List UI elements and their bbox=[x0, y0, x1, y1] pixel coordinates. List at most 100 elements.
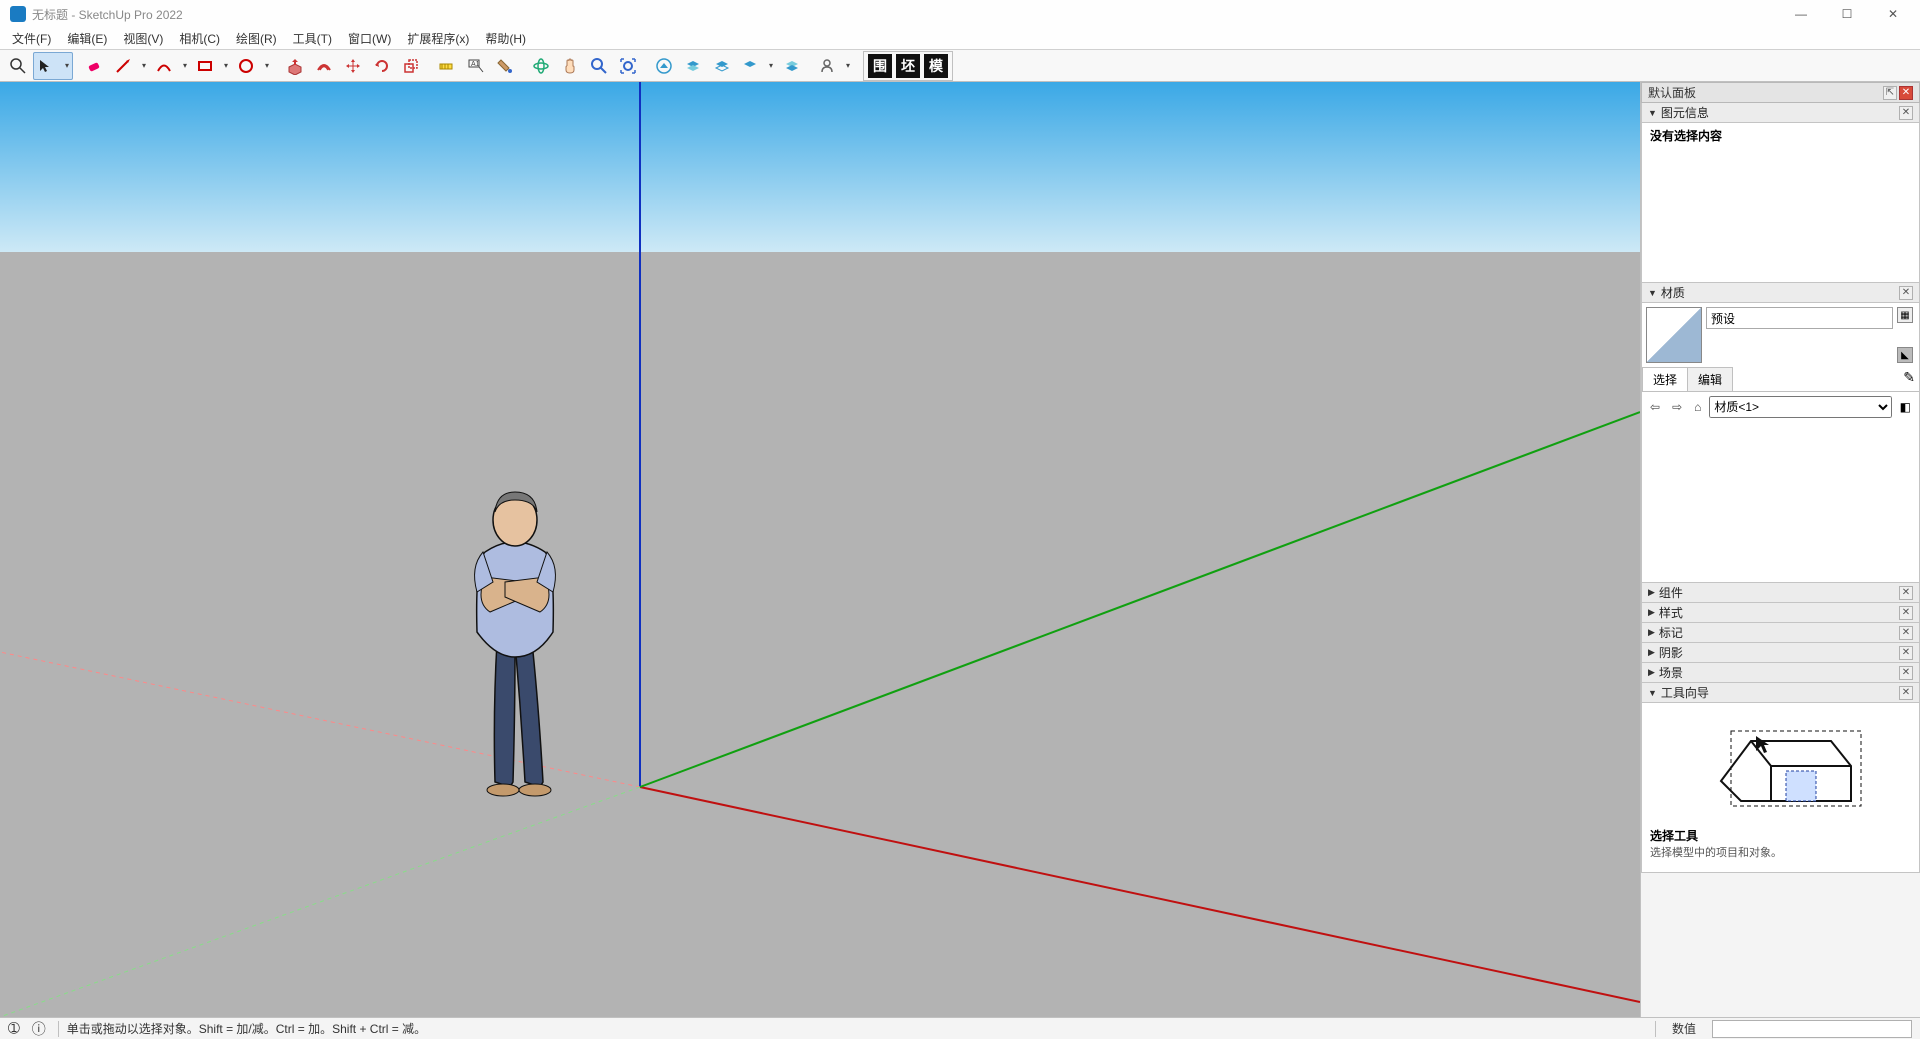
enscape-toolbar: 围 坯 模 bbox=[863, 51, 953, 81]
arc-tool[interactable] bbox=[151, 52, 191, 80]
panel-scenes[interactable]: 场景✕ bbox=[1641, 663, 1920, 683]
zoom-extents-tool[interactable] bbox=[614, 52, 642, 80]
panel-entity-info[interactable]: 图元信息 ✕ bbox=[1641, 103, 1920, 123]
menu-edit[interactable]: 编辑(E) bbox=[59, 28, 115, 49]
menu-help[interactable]: 帮助(H) bbox=[477, 28, 534, 49]
select-tool[interactable] bbox=[33, 52, 73, 80]
menu-camera[interactable]: 相机(C) bbox=[171, 28, 228, 49]
layers-icon-2[interactable] bbox=[708, 52, 736, 80]
materials-detail-icon[interactable]: ◧ bbox=[1896, 398, 1915, 416]
maximize-button[interactable]: ☐ bbox=[1824, 0, 1870, 28]
material-swatch[interactable] bbox=[1646, 307, 1702, 363]
panel-instructor-label: 工具向导 bbox=[1661, 684, 1709, 701]
material-name-input[interactable] bbox=[1706, 307, 1893, 329]
enscape-btn-2[interactable]: 坯 bbox=[896, 54, 920, 78]
panel-tags[interactable]: 标记✕ bbox=[1641, 623, 1920, 643]
tray-close-icon[interactable]: ✕ bbox=[1899, 86, 1913, 100]
minimize-button[interactable]: — bbox=[1778, 0, 1824, 28]
instructor-illustration bbox=[1691, 711, 1871, 821]
window-title: 无标题 - SketchUp Pro 2022 bbox=[32, 6, 183, 23]
materials-back-icon[interactable]: ⇦ bbox=[1646, 398, 1664, 416]
app-icon bbox=[10, 6, 26, 22]
paint-tool[interactable] bbox=[491, 52, 519, 80]
status-info-icon[interactable]: ⓘ bbox=[32, 1019, 46, 1039]
move-tool[interactable] bbox=[339, 52, 367, 80]
text-tool[interactable]: A1 bbox=[462, 52, 490, 80]
panel-components[interactable]: 组件✕ bbox=[1641, 583, 1920, 603]
layers-icon-1[interactable] bbox=[679, 52, 707, 80]
measure-input[interactable] bbox=[1712, 1020, 1912, 1038]
main-area: 默认面板 ⇱✕ 图元信息 ✕ 没有选择内容 材质 ✕ ▦ ◣ bbox=[0, 82, 1920, 1017]
orbit-tool[interactable] bbox=[527, 52, 555, 80]
user-icon[interactable] bbox=[814, 52, 854, 80]
status-help-icon[interactable]: ➀ bbox=[8, 1020, 20, 1037]
circle-tool[interactable] bbox=[233, 52, 273, 80]
materials-home-icon[interactable]: ⌂ bbox=[1690, 398, 1705, 416]
materials-tab-select[interactable]: 选择 bbox=[1642, 367, 1688, 391]
panel-styles[interactable]: 样式✕ bbox=[1641, 603, 1920, 623]
measure-label: 数值 bbox=[1664, 1020, 1704, 1037]
close-button[interactable]: ✕ bbox=[1870, 0, 1916, 28]
layers-icon-3[interactable] bbox=[737, 52, 777, 80]
tape-tool[interactable] bbox=[433, 52, 461, 80]
search-icon[interactable] bbox=[4, 52, 32, 80]
materials-forward-icon[interactable]: ⇨ bbox=[1668, 398, 1686, 416]
materials-tab-edit[interactable]: 编辑 bbox=[1687, 367, 1733, 391]
panel-entity-info-body: 没有选择内容 bbox=[1641, 123, 1920, 283]
panel-tags-close[interactable]: ✕ bbox=[1899, 626, 1913, 640]
material-default-icon[interactable]: ◣ bbox=[1897, 347, 1913, 363]
menubar: 文件(F) 编辑(E) 视图(V) 相机(C) 绘图(R) 工具(T) 窗口(W… bbox=[0, 28, 1920, 50]
tray-header[interactable]: 默认面板 ⇱✕ bbox=[1641, 82, 1920, 103]
instructor-tool-desc: 选择模型中的项目和对象。 bbox=[1650, 844, 1782, 860]
enscape-btn-1[interactable]: 围 bbox=[868, 54, 892, 78]
svg-text:A1: A1 bbox=[471, 61, 480, 68]
panel-styles-close[interactable]: ✕ bbox=[1899, 606, 1913, 620]
window-controls: — ☐ ✕ bbox=[1778, 0, 1916, 28]
panel-entity-info-label: 图元信息 bbox=[1661, 104, 1709, 121]
menu-view[interactable]: 视图(V) bbox=[115, 28, 171, 49]
viewport[interactable] bbox=[0, 82, 1640, 1017]
entity-info-empty-text: 没有选择内容 bbox=[1650, 129, 1722, 143]
panel-components-close[interactable]: ✕ bbox=[1899, 586, 1913, 600]
warehouse-icon[interactable] bbox=[650, 52, 678, 80]
toolbar: A1 围 坯 模 bbox=[0, 50, 1920, 82]
material-create-icon[interactable]: ▦ bbox=[1897, 307, 1913, 323]
rotate-tool[interactable] bbox=[368, 52, 396, 80]
panel-instructor[interactable]: 工具向导 ✕ bbox=[1641, 683, 1920, 703]
instructor-body: 选择工具 选择模型中的项目和对象。 bbox=[1641, 703, 1920, 873]
menu-draw[interactable]: 绘图(R) bbox=[228, 28, 285, 49]
titlebar: 无标题 - SketchUp Pro 2022 — ☐ ✕ bbox=[0, 0, 1920, 28]
tray-pin-icon[interactable]: ⇱ bbox=[1883, 86, 1897, 100]
panel-materials-body: ▦ ◣ 选择 编辑 ✎ ⇦ ⇨ ⌂ 材质<1> ◧ bbox=[1641, 303, 1920, 583]
materials-library-select[interactable]: 材质<1> bbox=[1709, 396, 1891, 418]
scale-tool[interactable] bbox=[397, 52, 425, 80]
menu-file[interactable]: 文件(F) bbox=[4, 28, 59, 49]
panel-shadows-close[interactable]: ✕ bbox=[1899, 646, 1913, 660]
rectangle-tool[interactable] bbox=[192, 52, 232, 80]
panel-materials-close[interactable]: ✕ bbox=[1899, 286, 1913, 300]
viewport-axes bbox=[0, 82, 1640, 1017]
panel-shadows[interactable]: 阴影✕ bbox=[1641, 643, 1920, 663]
instructor-tool-name: 选择工具 bbox=[1650, 827, 1698, 844]
zoom-tool[interactable] bbox=[585, 52, 613, 80]
eraser-tool[interactable] bbox=[81, 52, 109, 80]
eyedropper-icon[interactable]: ✎ bbox=[1899, 367, 1919, 391]
status-hint: 单击或拖动以选择对象。Shift = 加/减。Ctrl = 加。Shift + … bbox=[67, 1020, 426, 1037]
tray-title: 默认面板 bbox=[1648, 84, 1696, 101]
line-tool[interactable] bbox=[110, 52, 150, 80]
panel-instructor-close[interactable]: ✕ bbox=[1899, 686, 1913, 700]
menu-tools[interactable]: 工具(T) bbox=[285, 28, 340, 49]
offset-tool[interactable] bbox=[310, 52, 338, 80]
panel-materials-label: 材质 bbox=[1661, 284, 1685, 301]
layers-icon-4[interactable] bbox=[778, 52, 806, 80]
pushpull-tool[interactable] bbox=[281, 52, 309, 80]
panel-materials[interactable]: 材质 ✕ bbox=[1641, 283, 1920, 303]
panel-scenes-close[interactable]: ✕ bbox=[1899, 666, 1913, 680]
pan-tool[interactable] bbox=[556, 52, 584, 80]
menu-extensions[interactable]: 扩展程序(x) bbox=[399, 28, 477, 49]
enscape-btn-3[interactable]: 模 bbox=[924, 54, 948, 78]
materials-list[interactable] bbox=[1642, 422, 1919, 582]
tray: 默认面板 ⇱✕ 图元信息 ✕ 没有选择内容 材质 ✕ ▦ ◣ bbox=[1640, 82, 1920, 1017]
menu-window[interactable]: 窗口(W) bbox=[340, 28, 399, 49]
panel-entity-info-close[interactable]: ✕ bbox=[1899, 106, 1913, 120]
